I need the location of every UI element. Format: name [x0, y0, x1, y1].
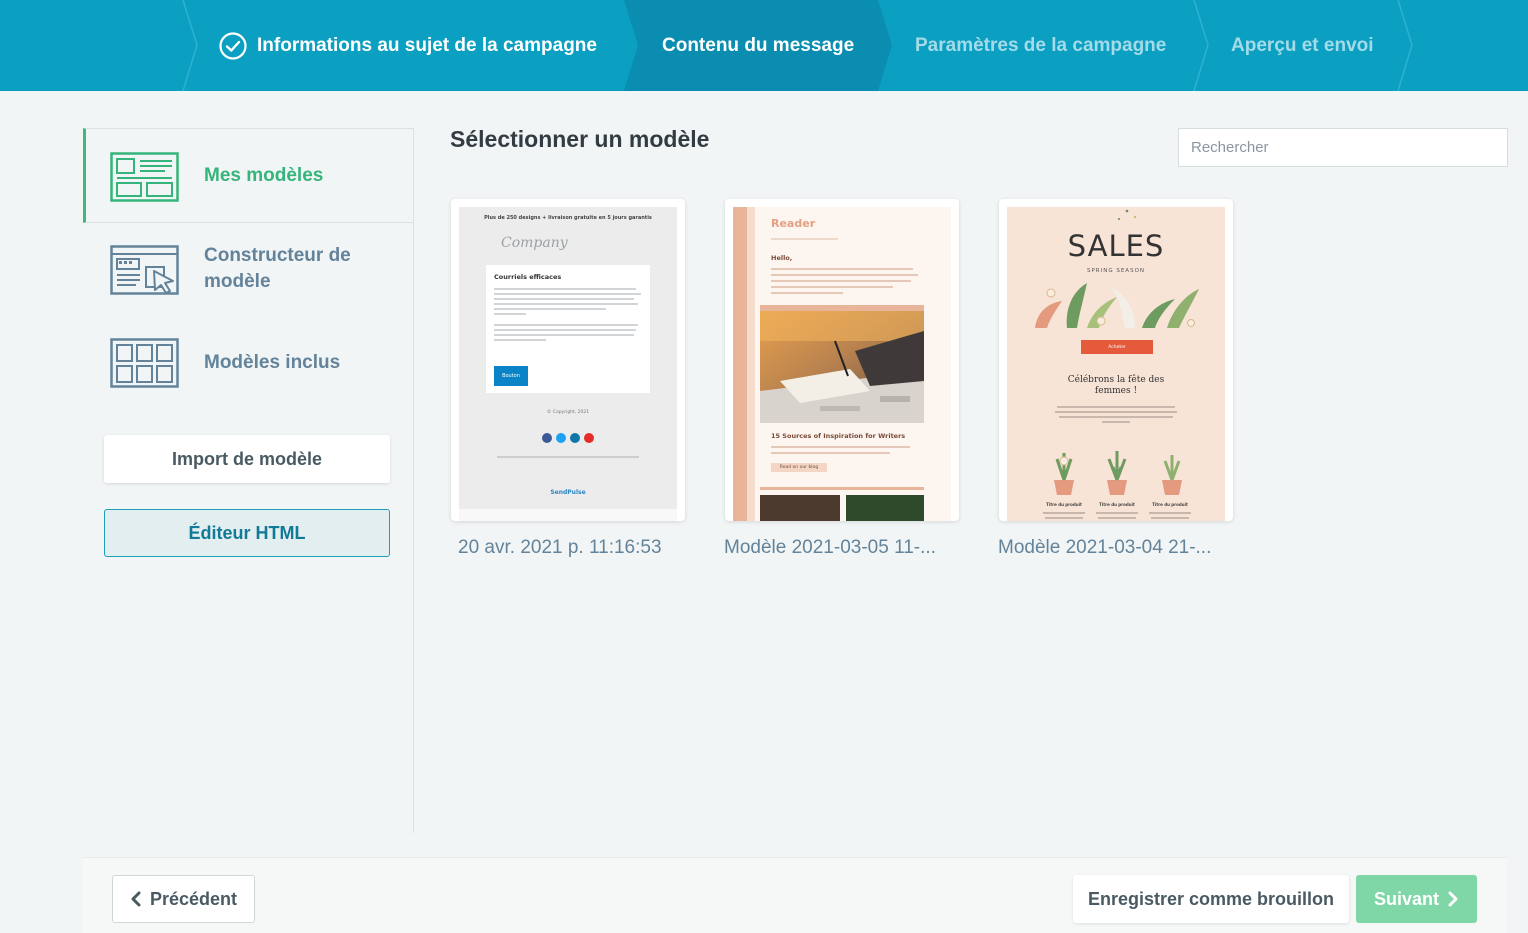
preview-header: Plus de 250 designs + livraison gratuite…	[484, 215, 652, 221]
template-caption: Modèle 2021-03-05 11-...	[724, 537, 936, 558]
check-circle-icon	[219, 31, 247, 60]
preview-product-title: Titre du produit	[1152, 502, 1188, 507]
sidebar-item-label: Constructeur de modèle	[204, 245, 351, 292]
preview-product-title: Titre du produit	[1046, 502, 1082, 507]
template-card[interactable]: Reader Hello, 15 Sources of Inspiration	[725, 199, 959, 521]
step-campaign-info[interactable]: Informations au sujet de la campagne	[219, 0, 597, 91]
step-label: Paramètres de la campagne	[915, 34, 1167, 56]
preview-product-lines	[1043, 512, 1191, 519]
html-editor-button[interactable]: Éditeur HTML	[104, 509, 390, 557]
preview-button: Bouton	[494, 366, 528, 386]
preview-article-title: 15 Sources of Inspiration for Writers	[771, 432, 906, 440]
next-button[interactable]: Suivant	[1356, 875, 1477, 923]
preview-side-band	[733, 207, 747, 521]
save-draft-button[interactable]: Enregistrer comme brouillon	[1073, 875, 1349, 923]
preview-cta: Read on our blog	[771, 463, 827, 472]
preview-heading: Courriels efficaces	[494, 273, 562, 281]
sidebar-item-label: Modèles inclus	[204, 352, 341, 373]
my-templates-icon	[110, 152, 179, 202]
preview-photo-right	[846, 495, 924, 521]
previous-button[interactable]: Précédent	[112, 875, 255, 923]
step-label: Informations au sujet de la campagne	[257, 34, 597, 56]
preview-greeting: Hello,	[771, 254, 793, 262]
preview-article-lines	[771, 446, 910, 454]
preview-plants-illustration	[1035, 283, 1199, 328]
step-campaign-settings[interactable]: Paramètres de la campagne	[915, 0, 1166, 91]
chevron-right-icon	[1448, 891, 1458, 907]
preview-social-icons	[542, 433, 594, 443]
preview-headline: SALES	[1067, 229, 1165, 263]
preview-meta-line	[771, 238, 838, 240]
preview-body-lines	[1055, 406, 1177, 423]
preview-copyright: © Copyright, 2021	[546, 410, 590, 415]
preview-divider-2	[760, 487, 924, 490]
template-card[interactable]: Plus de 250 designs + livraison gratuite…	[451, 199, 685, 521]
preview-intro-lines	[771, 268, 918, 294]
step-label: Aperçu et envoi	[1231, 34, 1374, 56]
preview-bottom-strip	[459, 509, 677, 521]
import-template-button[interactable]: Import de modèle	[104, 435, 390, 483]
template-thumbnail: Reader Hello, 15 Sources of Inspiration	[733, 207, 951, 521]
preview-writing-photo	[760, 311, 924, 423]
preview-content-block: Courriels efficaces Bouton	[486, 265, 650, 393]
preview-product-title: Titre du produit	[1099, 502, 1135, 507]
template-card[interactable]: SALES SPRING SEASON Acheter Célébrons la…	[999, 199, 1233, 521]
next-label: Suivant	[1373, 888, 1439, 909]
step-label: Contenu du message	[662, 34, 855, 56]
chevron-left-icon	[131, 891, 141, 907]
sidebar-item-template-builder[interactable]: Constructeur de modèle	[83, 223, 413, 318]
preview-potted-plants	[1054, 451, 1182, 495]
sidebar-item-my-templates[interactable]: Mes modèles	[83, 128, 413, 223]
preview-logo: Company	[501, 235, 568, 251]
template-thumbnail: Plus de 250 designs + livraison gratuite…	[459, 207, 677, 521]
step-preview-send[interactable]: Aperçu et envoi	[1231, 0, 1374, 91]
preview-cta: Acheter	[1081, 340, 1153, 354]
sidebar-item-included-templates[interactable]: Modèles inclus	[83, 318, 413, 408]
step-message-content[interactable]: Contenu du message	[662, 0, 854, 91]
preview-footer-text	[497, 456, 639, 458]
preview-side-band-light	[747, 207, 755, 521]
campaign-stepper: Informations au sujet de la campagne Con…	[0, 0, 1528, 91]
previous-label: Précédent	[149, 888, 238, 909]
search-input[interactable]	[1178, 128, 1508, 167]
page-title: Sélectionner un modèle	[450, 126, 710, 152]
preview-article-block: 15 Sources of Inspiration for Writers Re…	[760, 423, 924, 521]
preview-brand: Reader	[771, 217, 816, 230]
template-caption: 20 avr. 2021 p. 11:16:53	[458, 537, 662, 558]
template-builder-icon	[110, 245, 179, 295]
preview-text-lines	[494, 288, 641, 341]
template-caption: Modèle 2021-03-04 21-...	[998, 537, 1212, 558]
preview-tagline: Célébrons la fête des femmes !	[1067, 375, 1165, 396]
template-thumbnail: SALES SPRING SEASON Acheter Célébrons la…	[1007, 207, 1225, 521]
preview-brand: SendPulse	[550, 489, 586, 496]
preview-photo-left	[760, 495, 840, 521]
included-templates-icon	[110, 338, 179, 388]
sidebar-item-label: Mes modèles	[204, 164, 324, 186]
